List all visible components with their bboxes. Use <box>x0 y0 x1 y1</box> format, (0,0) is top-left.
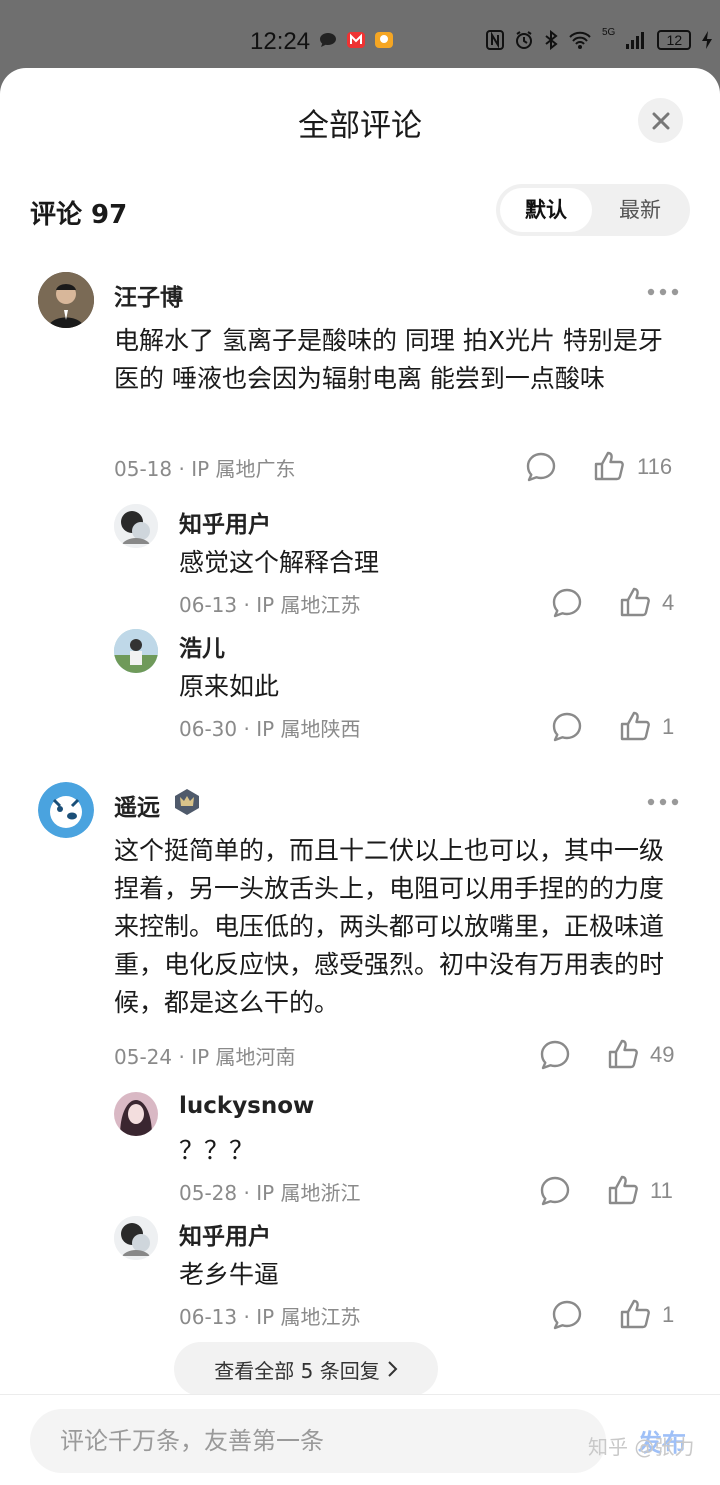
system-icons: 5G 12 <box>486 26 713 50</box>
reply-text: 感觉这个解释合理 <box>179 548 380 577</box>
like-icon[interactable] <box>606 1173 640 1207</box>
comment-text: 电解水了 氢离子是酸味的 同理 拍X光片 特别是牙医的 唾液也会因为辐射电离 能… <box>114 326 663 393</box>
reply-meta: 06-13 · IP 属地江苏 <box>179 593 361 617</box>
user-photo-icon <box>38 272 94 328</box>
comment-username[interactable]: 汪子博 <box>114 278 183 312</box>
member-crown-badge-icon <box>175 789 199 815</box>
comment-composer: 发布 知乎 @张力 <box>0 1394 720 1485</box>
like-icon[interactable] <box>592 449 626 483</box>
more-options-icon[interactable] <box>646 797 680 807</box>
shopping-app-icon <box>375 32 393 48</box>
avatar[interactable] <box>114 1092 158 1136</box>
watermark: 知乎 @张力 <box>588 1435 695 1459</box>
reply-text: ？？？ <box>179 1136 255 1165</box>
sort-toggle: 默认 最新 <box>496 184 690 236</box>
comment-text: 这个挺简单的，而且十二伏以上也可以，其中一级捏着，另一头放舌头上，电阻可以用手捏… <box>114 836 665 1017</box>
sort-default-tab[interactable]: 默认 <box>500 188 592 232</box>
nfc-icon <box>486 30 504 50</box>
comment-count: 评论 97 <box>30 200 128 230</box>
view-all-replies-button[interactable]: 查看全部 5 条回复 <box>174 1342 438 1396</box>
sort-latest-tab[interactable]: 最新 <box>594 188 686 232</box>
close-icon <box>652 112 669 129</box>
comment-meta: 05-18 · IP 属地广东 <box>114 457 296 481</box>
reply-icon[interactable] <box>538 1174 572 1208</box>
user-photo-icon <box>114 1092 158 1136</box>
reply-icon[interactable] <box>550 1298 584 1332</box>
reply-text: 原来如此 <box>179 672 280 701</box>
user-photo-icon <box>38 782 94 838</box>
reply-username[interactable]: 知乎用户 <box>179 505 271 539</box>
reply-meta: 06-30 · IP 属地陕西 <box>179 717 361 741</box>
reply-username[interactable]: 浩儿 <box>179 629 225 663</box>
status-time: 12:24 <box>250 28 311 55</box>
wifi-icon <box>569 31 591 49</box>
avatar[interactable] <box>114 504 158 548</box>
comment-input[interactable] <box>30 1409 606 1473</box>
reply-icon[interactable] <box>538 1038 572 1072</box>
network-type-label: 5G <box>602 26 616 38</box>
charging-icon <box>702 31 713 49</box>
like-icon[interactable] <box>606 1037 640 1071</box>
like-count: 11 <box>650 1178 673 1203</box>
alarm-icon <box>516 31 532 49</box>
reply-meta: 06-13 · IP 属地江苏 <box>179 1305 361 1329</box>
comments-sheet: 全部评论 评论 97 默认 最新 汪子博 电解水了 氢离子是酸味的 同理 拍X光… <box>0 68 720 1485</box>
like-icon[interactable] <box>618 1297 652 1331</box>
user-photo-icon <box>114 504 158 548</box>
user-photo-icon <box>114 629 158 673</box>
reply-icon[interactable] <box>550 710 584 744</box>
signal-icon <box>626 32 645 49</box>
battery-indicator: 12 <box>657 30 692 50</box>
like-count: 1 <box>662 714 675 739</box>
user-photo-icon <box>114 1216 158 1260</box>
avatar[interactable] <box>114 629 158 673</box>
chat-notification-icon <box>320 33 336 47</box>
avatar[interactable] <box>114 1216 158 1260</box>
reply-icon[interactable] <box>524 450 558 484</box>
reply-username[interactable]: luckysnow <box>179 1093 314 1119</box>
avatar[interactable] <box>38 782 94 838</box>
more-options-icon[interactable] <box>646 287 680 297</box>
notification-icons <box>318 30 394 50</box>
like-count: 4 <box>662 590 675 615</box>
chevron-right-icon <box>388 1361 398 1377</box>
reply-meta: 05-28 · IP 属地浙江 <box>179 1181 361 1205</box>
sheet-title: 全部评论 <box>298 108 422 144</box>
mail-app-icon <box>347 32 365 48</box>
reply-icon[interactable] <box>550 586 584 620</box>
like-count: 116 <box>637 454 673 479</box>
like-icon[interactable] <box>618 585 652 619</box>
comment-meta: 05-24 · IP 属地河南 <box>114 1045 296 1069</box>
comment-username[interactable]: 遥远 <box>114 788 160 822</box>
like-icon[interactable] <box>618 709 652 743</box>
like-count: 1 <box>662 1302 675 1327</box>
close-button[interactable] <box>638 98 683 143</box>
reply-username[interactable]: 知乎用户 <box>179 1217 271 1251</box>
like-count: 49 <box>650 1042 675 1067</box>
bluetooth-icon <box>545 30 558 50</box>
view-all-label: 查看全部 5 条回复 <box>214 1358 380 1383</box>
avatar[interactable] <box>38 272 94 328</box>
reply-text: 老乡牛逼 <box>179 1260 280 1289</box>
